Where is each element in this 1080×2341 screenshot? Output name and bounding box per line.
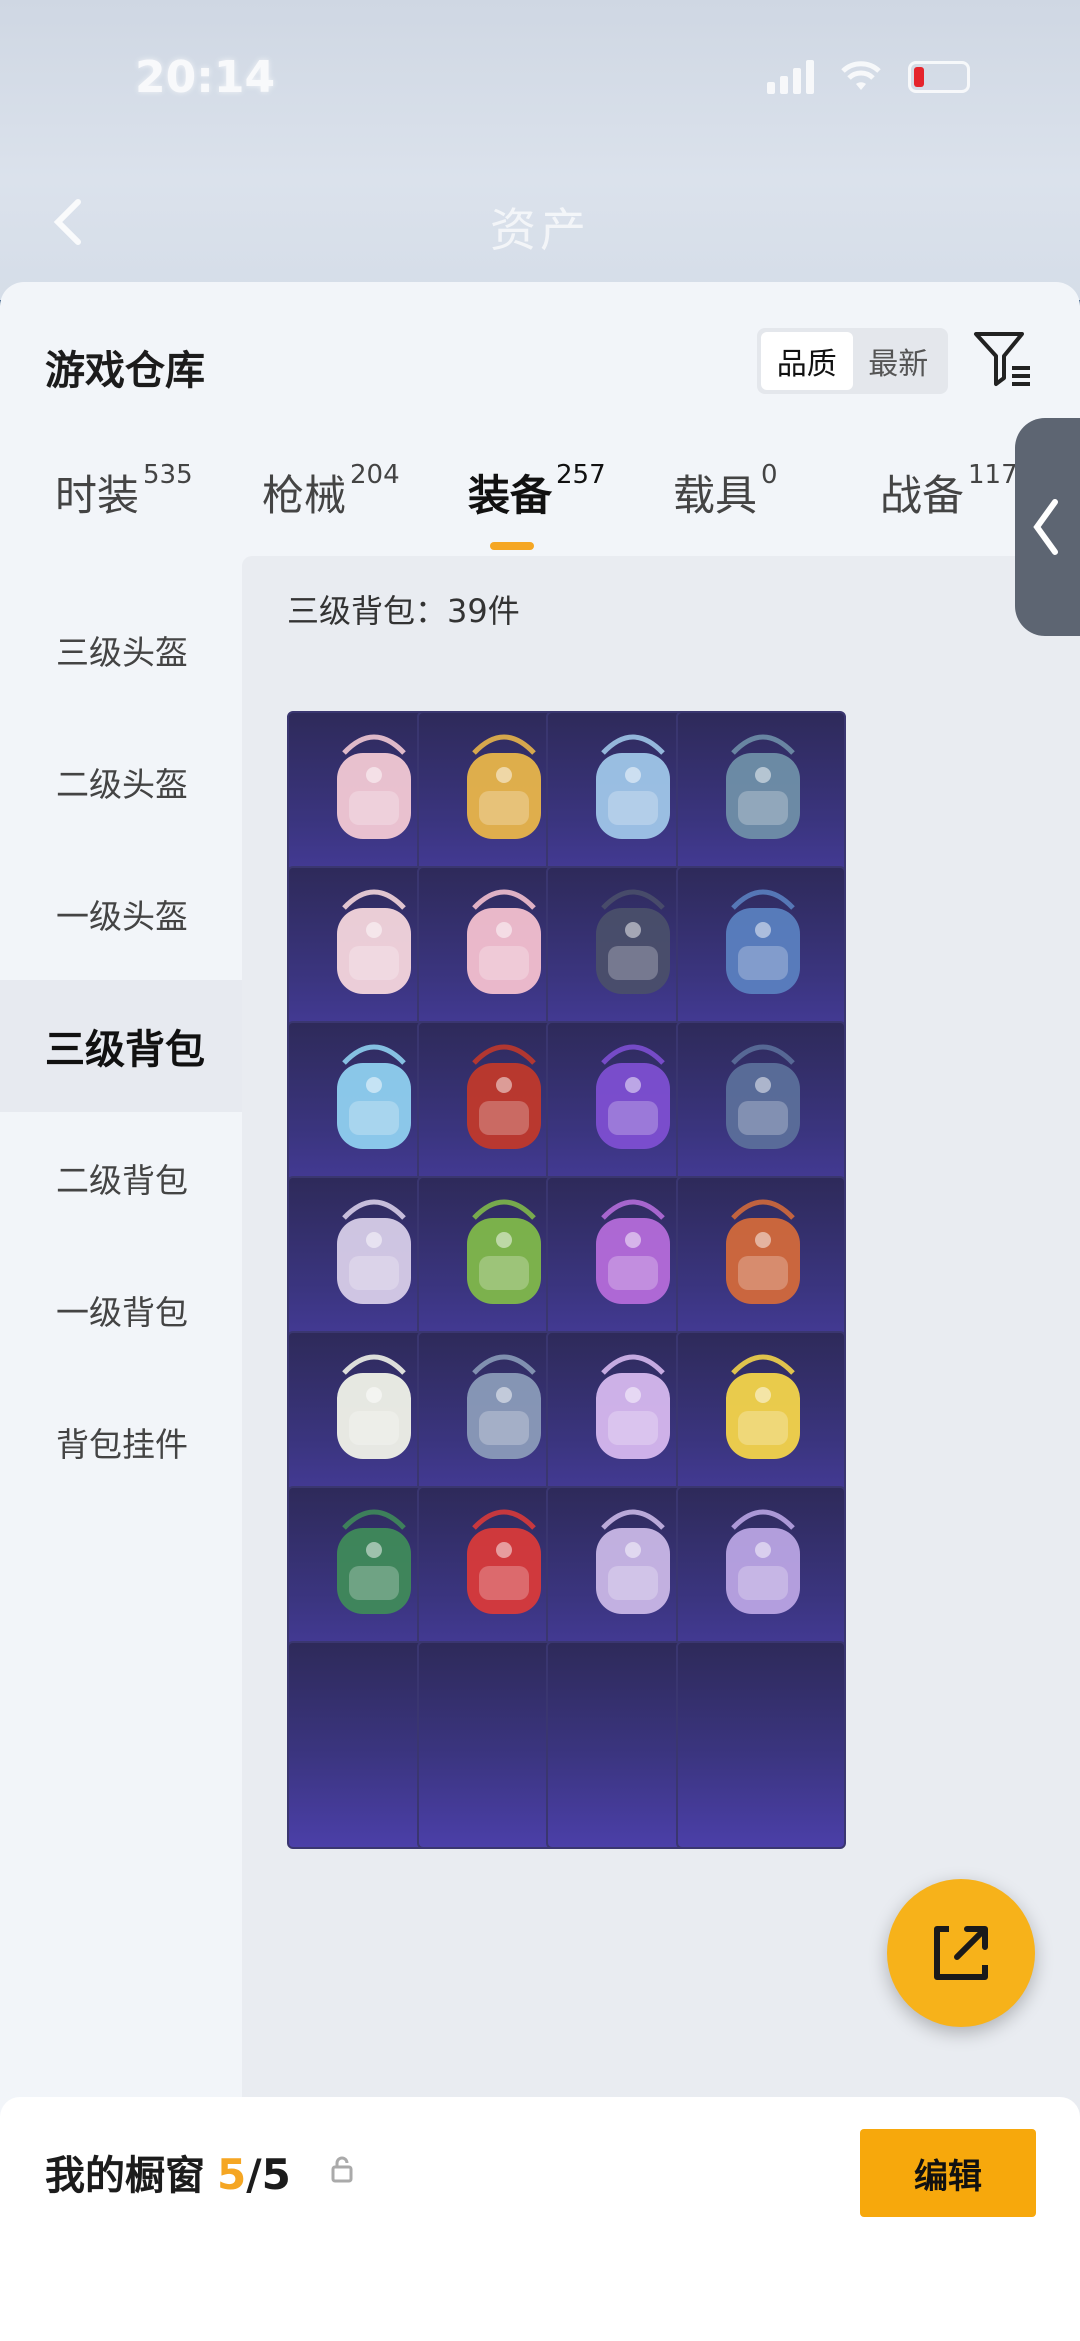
sort-quality[interactable]: 品质 <box>761 332 853 390</box>
tab-label: 装备 <box>468 471 553 520</box>
sidebar-item-backpack-2[interactable]: 二级背包 <box>0 1112 242 1244</box>
sidebar-item-backpack-charm[interactable]: 背包挂件 <box>0 1376 242 1508</box>
tab-label: 时装 <box>55 471 140 520</box>
tab-battle-prep[interactable]: 战备 117 <box>880 460 1018 523</box>
active-tab-indicator <box>490 542 534 550</box>
tab-count: 204 <box>350 460 400 490</box>
tab-equipment[interactable]: 装备 257 <box>468 460 606 523</box>
showcase-bar: 我的橱窗 5/5 编辑 <box>0 2097 1080 2341</box>
tab-count: 117 <box>968 460 1018 490</box>
showcase-separator: / <box>246 2150 262 2199</box>
edit-button[interactable]: 编辑 <box>860 2129 1036 2217</box>
sort-newest[interactable]: 最新 <box>853 332 945 390</box>
backpack-icon <box>726 1044 800 1149</box>
showcase-label: 我的橱窗 5/5 <box>45 2143 291 2201</box>
filter-icon[interactable] <box>972 328 1034 388</box>
share-icon <box>934 1926 988 1980</box>
showcase-used-count: 5 <box>217 2150 247 2199</box>
panel-title: 游戏仓库 <box>45 348 205 394</box>
sidebar-item-helmet-1[interactable]: 一级头盔 <box>0 848 242 980</box>
signal-icon <box>767 60 814 94</box>
status-icons <box>767 60 970 94</box>
backpack-icon <box>726 1354 800 1459</box>
warehouse-panel: 游戏仓库 品质 最新 时装 535 枪械 204 装备 257 载具 0 战备 117 三… <box>0 282 1080 2341</box>
tab-label: 载具 <box>673 471 758 520</box>
chevron-left-icon <box>1033 499 1058 555</box>
backpack-icon <box>726 1509 800 1614</box>
item-grid-area: 三级背包：39件 粉黛兰香背…萌鸡速递背…雪月幻音背…异域银装背…巴巴如意背…香… <box>242 556 1080 2341</box>
item-card[interactable] <box>676 1641 846 1849</box>
backpack-icon <box>726 734 800 839</box>
item-count-label: 三级背包：39件 <box>287 592 520 630</box>
subcategory-sidebar: 三级头盔 二级头盔 一级头盔 三级背包 二级背包 一级背包 背包挂件 <box>0 584 242 2084</box>
tab-label: 战备 <box>880 471 965 520</box>
status-time: 20:14 <box>135 52 276 103</box>
showcase-title: 我的橱窗 <box>45 2153 205 2199</box>
share-button[interactable] <box>887 1879 1035 2027</box>
nav-title: 资产 <box>490 203 590 257</box>
backpack-icon <box>726 1199 800 1304</box>
tab-count: 0 <box>761 460 778 490</box>
tab-vehicles[interactable]: 载具 0 <box>673 460 778 523</box>
wifi-icon <box>841 61 881 90</box>
sidebar-item-helmet-3[interactable]: 三级头盔 <box>0 584 242 716</box>
sidebar-item-backpack-3[interactable]: 三级背包 <box>0 980 242 1112</box>
tab-fashion[interactable]: 时装 535 <box>55 460 193 523</box>
tab-guns[interactable]: 枪械 204 <box>262 460 400 523</box>
backpack-icon <box>726 889 800 994</box>
status-bar: 20:14 <box>0 0 1080 140</box>
tab-label: 枪械 <box>262 471 347 520</box>
lock-icon <box>331 2156 353 2183</box>
tab-count: 257 <box>556 460 606 490</box>
battery-icon <box>908 61 970 93</box>
sidebar-item-backpack-1[interactable]: 一级背包 <box>0 1244 242 1376</box>
sidebar-item-helmet-2[interactable]: 二级头盔 <box>0 716 242 848</box>
nav-bar: 资产 <box>0 180 1080 260</box>
showcase-total-count: 5 <box>261 2150 291 2199</box>
tab-count: 535 <box>143 460 193 490</box>
side-drawer-handle[interactable] <box>1015 418 1080 636</box>
sort-toggle: 品质 最新 <box>757 328 948 394</box>
